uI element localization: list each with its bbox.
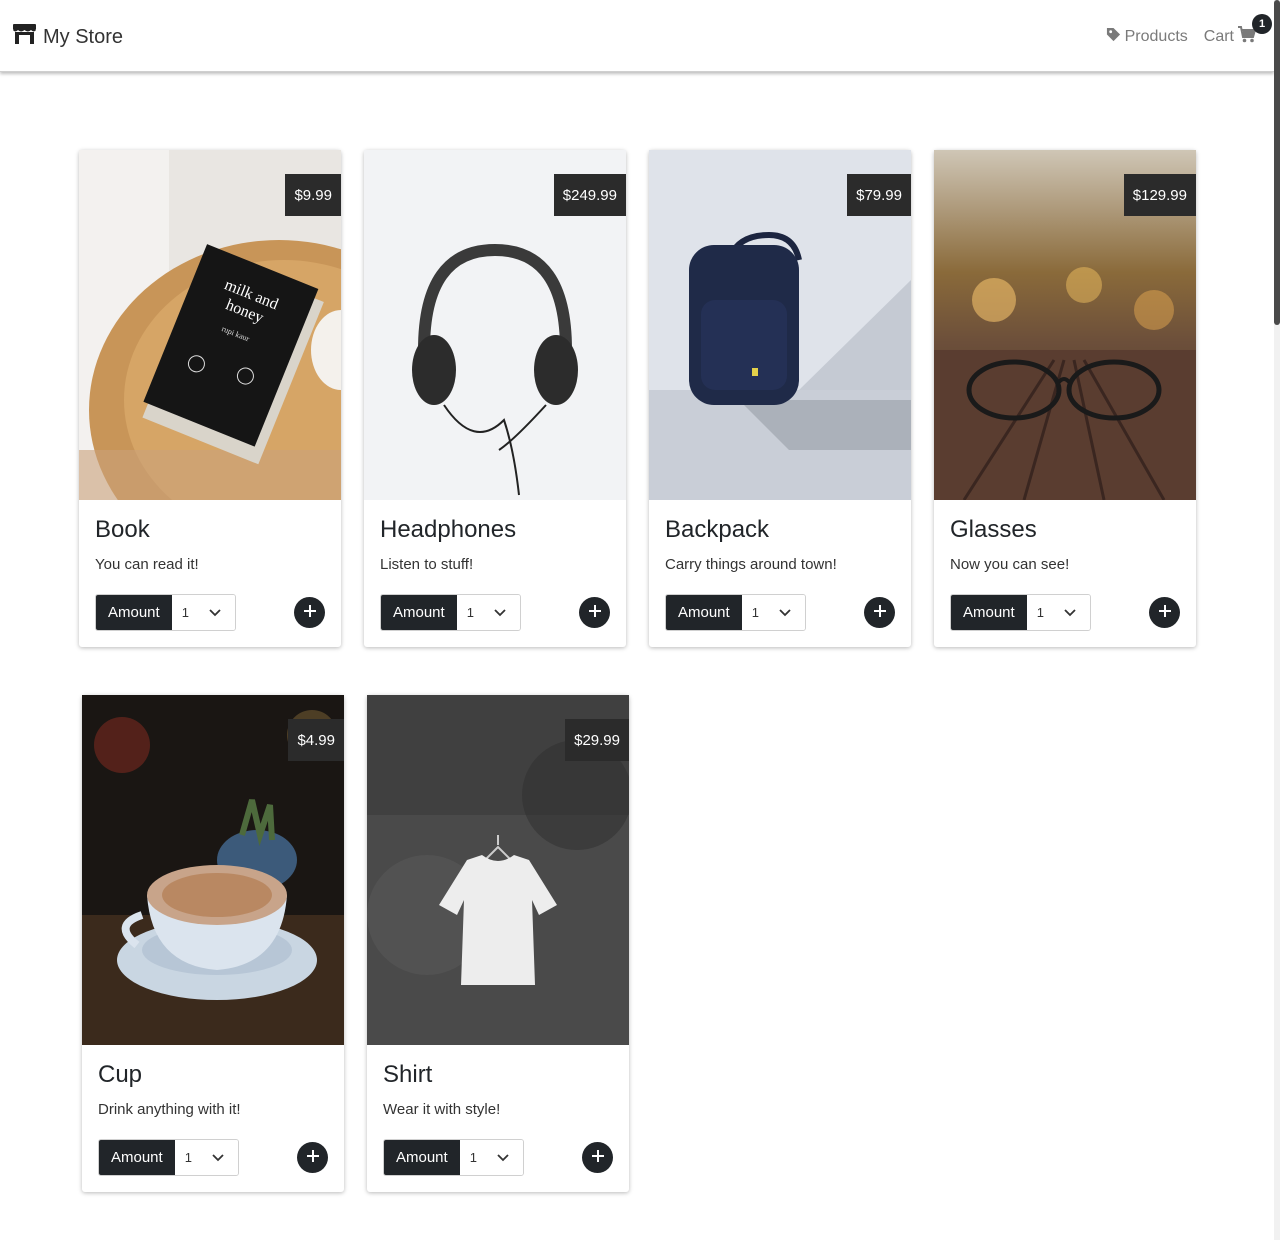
- product-title: Glasses: [950, 516, 1037, 543]
- product-card-book: milk and honey rupi kaur $9.99 Book You …: [79, 150, 341, 647]
- nav-products-label: Products: [1124, 28, 1188, 45]
- product-title: Shirt: [383, 1061, 433, 1088]
- plus-icon: [588, 604, 601, 622]
- navbar: My Store Products Cart 1: [0, 0, 1274, 72]
- add-to-cart-button[interactable]: [294, 597, 325, 628]
- product-title: Headphones: [380, 516, 517, 543]
- nav-cart-link[interactable]: Cart 1: [1203, 14, 1272, 48]
- amount-value: 1: [469, 1150, 477, 1165]
- product-card-cup: $4.99 Cup Drink anything with it! Amount…: [82, 695, 344, 1192]
- plus-icon: [873, 604, 886, 622]
- amount-select-group: Amount 1: [665, 594, 806, 631]
- amount-select-group: Amount 1: [98, 1139, 239, 1176]
- product-title: Backpack: [665, 516, 770, 543]
- store-icon: [12, 23, 37, 51]
- price-tag: $29.99: [565, 719, 629, 761]
- brand-link[interactable]: My Store: [12, 24, 123, 50]
- amount-label: Amount: [99, 1140, 175, 1175]
- product-description: Now you can see!: [950, 556, 1070, 573]
- amount-value: 1: [466, 605, 474, 620]
- tag-icon: [1106, 27, 1121, 47]
- amount-select-group: Amount 1: [380, 594, 521, 631]
- amount-label: Amount: [384, 1140, 460, 1175]
- add-to-cart-button[interactable]: [297, 1142, 328, 1173]
- plus-icon: [591, 1149, 604, 1167]
- plus-icon: [1158, 604, 1171, 622]
- amount-value: 1: [751, 605, 759, 620]
- amount-value: 1: [184, 1150, 192, 1165]
- chevron-down-icon: [209, 605, 221, 620]
- price-tag: $9.99: [285, 174, 341, 216]
- amount-select[interactable]: 1: [459, 1140, 523, 1175]
- amount-value: 1: [1036, 605, 1044, 620]
- product-card-headphones: $249.99 Headphones Listen to stuff! Amou…: [364, 150, 626, 647]
- add-to-cart-button[interactable]: [1149, 597, 1180, 628]
- price-tag: $79.99: [847, 174, 911, 216]
- product-title: Book: [95, 516, 150, 543]
- amount-select[interactable]: 1: [1026, 595, 1090, 630]
- add-to-cart-button[interactable]: [582, 1142, 613, 1173]
- add-to-cart-button[interactable]: [579, 597, 610, 628]
- amount-select[interactable]: 1: [741, 595, 805, 630]
- amount-select-group: Amount 1: [950, 594, 1091, 631]
- brand-name: My Store: [43, 25, 124, 48]
- nav-cart-label: Cart: [1203, 28, 1234, 45]
- cart-count-badge: 1: [1252, 14, 1272, 34]
- chevron-down-icon: [212, 1150, 224, 1165]
- plus-icon: [306, 1149, 319, 1167]
- product-description: Carry things around town!: [665, 556, 837, 573]
- chevron-down-icon: [497, 1150, 509, 1165]
- amount-label: Amount: [666, 595, 742, 630]
- amount-select[interactable]: 1: [171, 595, 235, 630]
- amount-select-group: Amount 1: [95, 594, 236, 631]
- amount-label: Amount: [951, 595, 1027, 630]
- nav-right: Products Cart 1: [1106, 14, 1272, 50]
- product-title: Cup: [98, 1061, 143, 1088]
- product-description: Wear it with style!: [383, 1101, 501, 1118]
- nav-products-link[interactable]: Products: [1106, 27, 1188, 47]
- amount-select-group: Amount 1: [383, 1139, 524, 1176]
- chevron-down-icon: [1064, 605, 1076, 620]
- amount-label: Amount: [96, 595, 172, 630]
- amount-value: 1: [181, 605, 189, 620]
- product-description: Drink anything with it!: [98, 1101, 241, 1118]
- product-card-shirt: $29.99 Shirt Wear it with style! Amount …: [367, 695, 629, 1192]
- price-tag: $129.99: [1123, 174, 1196, 216]
- product-description: Listen to stuff!: [380, 556, 474, 573]
- add-to-cart-button[interactable]: [864, 597, 895, 628]
- product-card-backpack: $79.99 Backpack Carry things around town…: [649, 150, 911, 647]
- amount-label: Amount: [381, 595, 457, 630]
- product-card-glasses: $129.99 Glasses Now you can see! Amount …: [934, 150, 1196, 647]
- chevron-down-icon: [494, 605, 506, 620]
- product-description: You can read it!: [95, 556, 199, 573]
- amount-select[interactable]: 1: [456, 595, 520, 630]
- plus-icon: [303, 604, 316, 622]
- price-tag: $4.99: [288, 719, 344, 761]
- price-tag: $249.99: [553, 174, 626, 216]
- scrollbar-thumb[interactable]: [1274, 0, 1280, 325]
- chevron-down-icon: [779, 605, 791, 620]
- amount-select[interactable]: 1: [174, 1140, 238, 1175]
